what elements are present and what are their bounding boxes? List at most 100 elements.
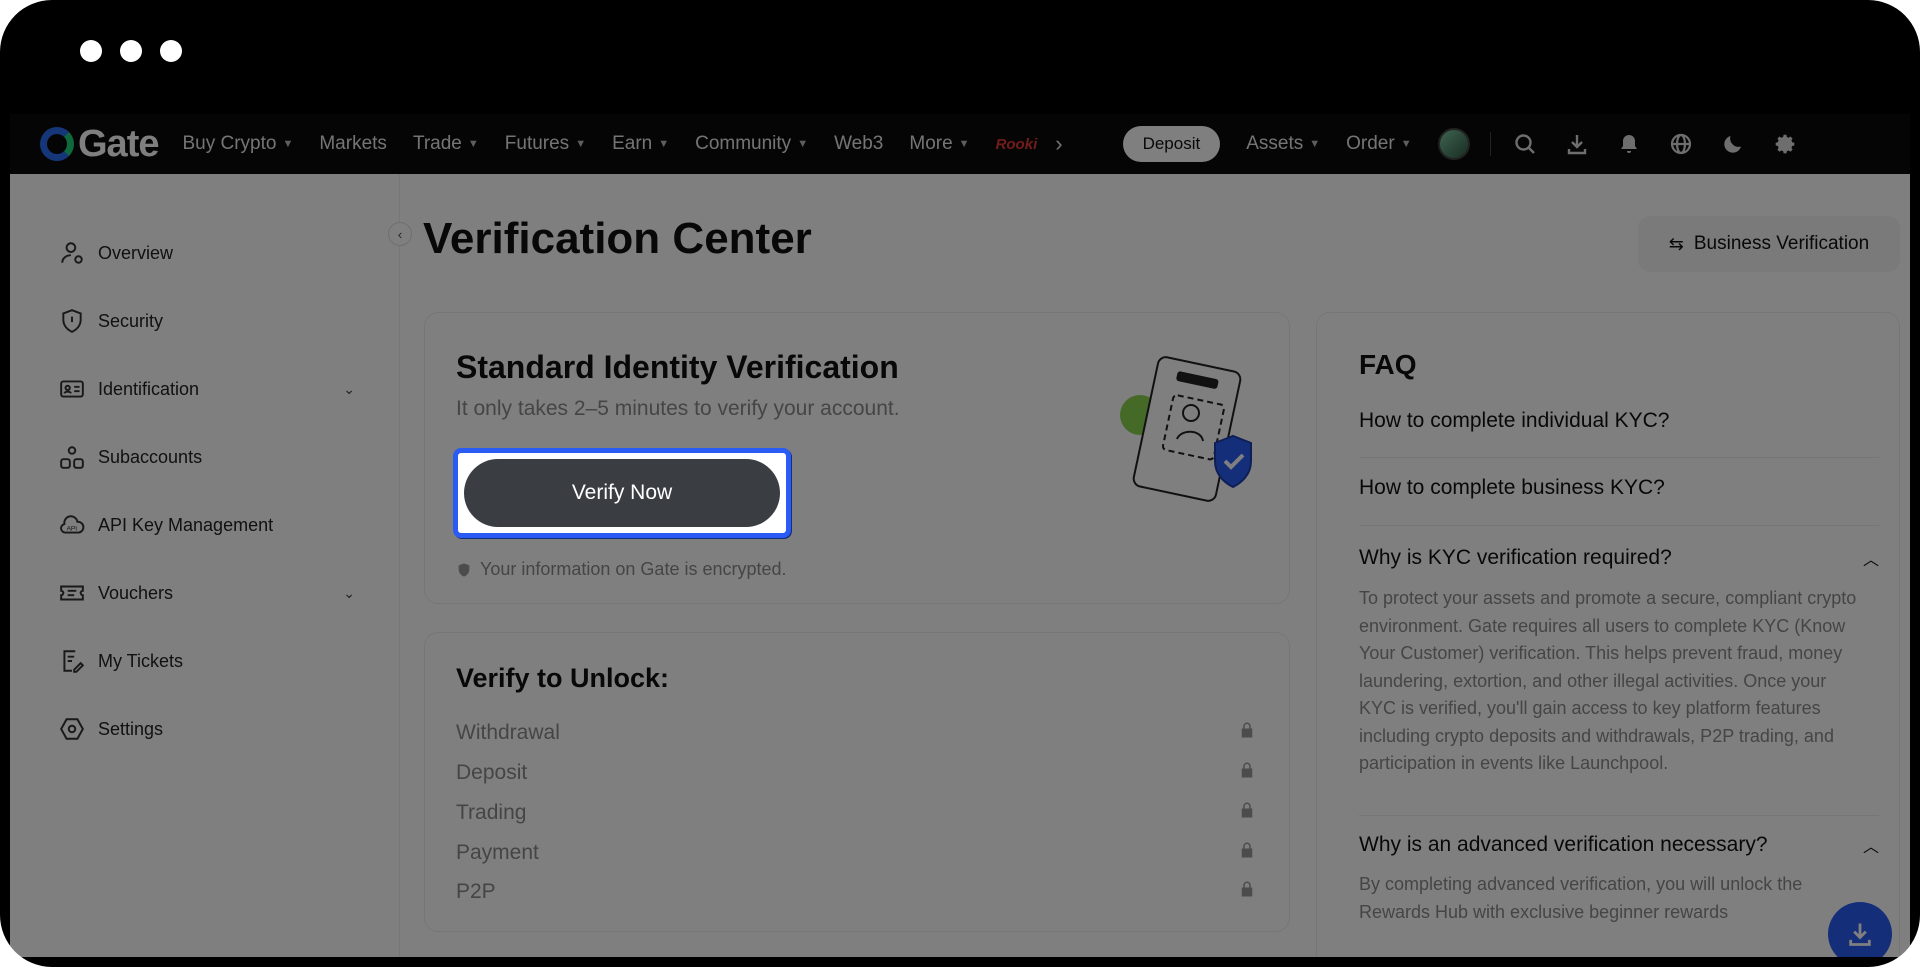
unlock-item: Deposit bbox=[456, 761, 1256, 785]
faq-question[interactable]: How to complete business KYC? bbox=[1359, 476, 1879, 500]
lock-icon bbox=[1241, 842, 1253, 858]
window-controls bbox=[80, 40, 182, 62]
download-icon[interactable] bbox=[1563, 130, 1591, 158]
lock-icon bbox=[1241, 881, 1253, 897]
standard-verification-title: Standard Identity Verification bbox=[456, 349, 899, 385]
unlock-item: Payment bbox=[456, 841, 1256, 865]
unlock-item: Trading bbox=[456, 801, 1256, 825]
bell-icon[interactable] bbox=[1615, 130, 1643, 158]
nav-community[interactable]: Community ▼ bbox=[695, 133, 808, 155]
gear-icon[interactable] bbox=[1771, 130, 1799, 158]
nav-label: Web3 bbox=[834, 133, 884, 154]
verify-now-button[interactable]: Verify Now bbox=[465, 460, 781, 528]
unlock-item-label: P2P bbox=[456, 880, 496, 903]
download-app-button[interactable] bbox=[1828, 902, 1892, 957]
nav-label: Community bbox=[695, 133, 792, 154]
moon-icon[interactable] bbox=[1719, 130, 1747, 158]
sidebar-item-settings[interactable]: Settings bbox=[10, 695, 399, 763]
chevron-right-icon[interactable]: › bbox=[1055, 131, 1062, 157]
faq-divider bbox=[1359, 457, 1879, 458]
sidebar-item-label: Settings bbox=[98, 718, 164, 739]
sidebar-item-label: Security bbox=[98, 310, 164, 331]
unlock-item-label: Withdrawal bbox=[456, 721, 560, 744]
nav-label: Markets bbox=[319, 133, 387, 154]
nav-trade[interactable]: Trade ▼ bbox=[413, 133, 479, 155]
swap-icon: ⇆ bbox=[1668, 233, 1684, 254]
nav-label: Trade bbox=[412, 133, 462, 154]
window-dot-minimize[interactable] bbox=[120, 40, 142, 62]
lock-icon bbox=[1241, 762, 1253, 778]
nav-more[interactable]: More ▼ bbox=[909, 133, 969, 155]
nav-order[interactable]: Order ▼ bbox=[1346, 133, 1411, 155]
nav-assets[interactable]: Assets ▼ bbox=[1246, 133, 1320, 155]
logo-text: Gate bbox=[78, 122, 159, 165]
lock-icon bbox=[1241, 802, 1253, 818]
sidebar-item-label: My Tickets bbox=[98, 650, 184, 671]
search-icon[interactable] bbox=[1511, 130, 1539, 158]
window-dot-maximize[interactable] bbox=[160, 40, 182, 62]
users-icon bbox=[58, 443, 86, 471]
sidebar-item-api[interactable]: API API Key Management bbox=[10, 491, 399, 559]
unlock-item: Withdrawal bbox=[456, 721, 1256, 745]
globe-icon[interactable] bbox=[1667, 130, 1695, 158]
faq-question-text: Why is an advanced verification necessar… bbox=[1359, 833, 1768, 856]
page-title: Verification Center bbox=[423, 214, 812, 263]
lock-icon bbox=[1241, 722, 1253, 738]
sidebar-collapse-button[interactable]: ‹ bbox=[388, 222, 412, 246]
faq-question[interactable]: How to complete individual KYC? bbox=[1359, 409, 1879, 433]
gear-icon bbox=[58, 715, 86, 743]
encryption-note: Your information on Gate is encrypted. bbox=[456, 559, 787, 580]
shield-check-icon bbox=[458, 562, 470, 577]
sidebar-item-my-tickets[interactable]: My Tickets bbox=[10, 627, 399, 695]
nav-label: Buy Crypto bbox=[182, 133, 277, 154]
window-dot-close[interactable] bbox=[80, 40, 102, 62]
faq-question-expanded[interactable]: Why is KYC verification required? ︿ bbox=[1359, 546, 1879, 570]
logo-mark-icon bbox=[40, 127, 74, 161]
ticket-icon bbox=[58, 579, 86, 607]
sidebar-item-subaccounts[interactable]: Subaccounts bbox=[10, 423, 399, 491]
faq-question-text: How to complete business KYC? bbox=[1359, 476, 1665, 499]
chevron-down-icon[interactable]: ⌄ bbox=[343, 381, 355, 398]
nav-earn[interactable]: Earn ▼ bbox=[612, 133, 669, 155]
caret-down-icon: ▼ bbox=[658, 138, 670, 150]
gate-logo[interactable]: Gate bbox=[40, 122, 159, 166]
deposit-button[interactable]: Deposit bbox=[1122, 126, 1221, 162]
nav-web3[interactable]: Web3 bbox=[834, 133, 883, 155]
nav-label: Order bbox=[1346, 133, 1395, 154]
faq-question-expanded[interactable]: Why is an advanced verification necessar… bbox=[1359, 833, 1879, 857]
caret-down-icon: ▼ bbox=[958, 138, 970, 150]
nav-markets[interactable]: Markets bbox=[319, 133, 387, 155]
verify-now-highlight: Verify Now bbox=[454, 449, 792, 539]
unlock-card: Verify to Unlock: Withdrawal Deposit Tra… bbox=[424, 632, 1290, 932]
sidebar-item-identification[interactable]: Identification ⌄ bbox=[10, 355, 399, 423]
unlock-item-label: Trading bbox=[456, 801, 527, 824]
business-verification-label: Business Verification bbox=[1693, 233, 1870, 254]
unlock-title: Verify to Unlock: bbox=[456, 663, 670, 693]
faq-divider bbox=[1359, 815, 1879, 816]
chevron-down-icon[interactable]: ⌄ bbox=[343, 585, 355, 602]
nav-futures[interactable]: Futures ▼ bbox=[505, 133, 586, 155]
sidebar-item-overview[interactable]: Overview bbox=[10, 219, 399, 287]
faq-question-text: Why is KYC verification required? bbox=[1359, 546, 1672, 569]
id-verification-illustration bbox=[1120, 356, 1252, 502]
nav-divider bbox=[1489, 132, 1491, 156]
shield-icon bbox=[58, 307, 86, 335]
sidebar-item-security[interactable]: Security bbox=[10, 287, 399, 355]
top-nav: Gate Buy Crypto ▼ Markets Trade ▼ Futures ▼… bbox=[10, 114, 1910, 174]
download-icon bbox=[1849, 923, 1871, 946]
page: Gate Buy Crypto ▼ Markets Trade ▼ Futures ▼… bbox=[10, 114, 1910, 957]
nav-buy-crypto[interactable]: Buy Crypto ▼ bbox=[182, 133, 293, 155]
faq-card: FAQ How to complete individual KYC? How … bbox=[1316, 312, 1900, 957]
nav-label: Assets bbox=[1246, 133, 1304, 154]
chevron-up-icon: ︿ bbox=[1862, 552, 1879, 569]
sidebar-item-label: Subaccounts bbox=[98, 446, 203, 467]
standard-verification-subtitle: It only takes 2–5 minutes to verify your… bbox=[456, 397, 900, 420]
nav-label: Futures bbox=[504, 133, 570, 154]
caret-down-icon: ▼ bbox=[575, 138, 587, 150]
avatar[interactable] bbox=[1437, 128, 1470, 160]
sidebar-item-label: Identification bbox=[98, 378, 200, 399]
edit-document-icon bbox=[58, 647, 86, 675]
business-verification-button[interactable]: ⇆ Business Verification bbox=[1638, 216, 1900, 272]
promo-banner[interactable]: Rooki bbox=[996, 136, 1038, 153]
sidebar-item-vouchers[interactable]: Vouchers ⌄ bbox=[10, 559, 399, 627]
